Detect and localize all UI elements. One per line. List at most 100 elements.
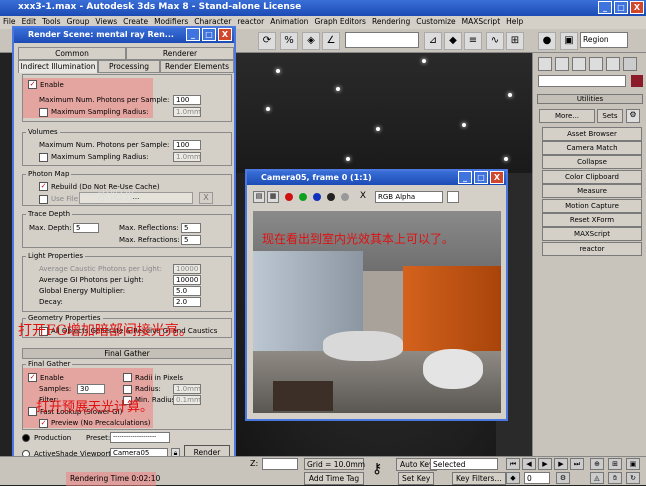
maxscript-button[interactable]: MAXScript — [542, 227, 642, 241]
max-refractions-spinner[interactable]: 5 — [181, 235, 201, 245]
render-type-dropdown[interactable]: Region — [580, 32, 628, 48]
menu-animation[interactable]: Animation — [270, 17, 308, 28]
zoom-icon[interactable]: ⊕ — [590, 458, 604, 470]
modify-tab-icon[interactable] — [555, 57, 569, 71]
align-icon[interactable]: ◆ — [444, 32, 462, 50]
key-icon[interactable]: ⚷ — [372, 461, 382, 477]
more-button[interactable]: More... — [539, 109, 595, 123]
radii-in-pixels-checkbox[interactable] — [123, 373, 132, 382]
key-mode-dropdown[interactable]: Selected — [430, 458, 498, 470]
alpha-channel-icon[interactable] — [327, 193, 335, 201]
color-clipboard-button[interactable]: Color Clipboard — [542, 170, 642, 184]
rebuild-checkbox[interactable]: ✓ — [39, 182, 48, 191]
decay-spinner[interactable]: 2.0 — [173, 297, 201, 307]
reactor-button[interactable]: reactor — [542, 242, 642, 256]
prev-frame-icon[interactable]: ◀ — [522, 458, 536, 470]
tab-render-elements[interactable]: Render Elements — [160, 60, 234, 73]
frame-maximize-button[interactable]: □ — [474, 171, 488, 184]
max-reflections-spinner[interactable]: 5 — [181, 223, 201, 233]
zoom-extents-icon[interactable]: ▣ — [626, 458, 640, 470]
rs-close-button[interactable]: X — [218, 28, 232, 41]
menu-graph-editors[interactable]: Graph Editors — [314, 17, 366, 28]
layer-manager-icon[interactable]: ≡ — [464, 32, 482, 50]
goto-start-icon[interactable]: ⏮ — [506, 458, 520, 470]
caustics-max-radius-spinner[interactable]: 1.0mm — [173, 107, 201, 117]
global-energy-spinner[interactable]: 5.0 — [173, 286, 201, 296]
caustics-max-photons-spinner[interactable]: 100 — [173, 95, 201, 105]
measure-button[interactable]: Measure — [542, 184, 642, 198]
display-tab-icon[interactable] — [606, 57, 620, 71]
key-filters-button[interactable]: Key Filters... — [452, 472, 506, 485]
snap-icon[interactable]: ◈ — [302, 32, 320, 50]
tab-processing[interactable]: Processing — [98, 60, 160, 73]
production-radio[interactable] — [22, 434, 30, 442]
radius-checkbox[interactable] — [123, 385, 132, 394]
clear-icon[interactable]: X — [357, 191, 369, 203]
asset-browser-button[interactable]: Asset Browser — [542, 127, 642, 141]
menu-reactor[interactable]: reactor — [237, 17, 264, 28]
curve-editor-icon[interactable]: ∿ — [486, 32, 504, 50]
select-scale-icon[interactable]: % — [280, 32, 298, 50]
utilities-rollout[interactable]: Utilities — [537, 94, 643, 104]
create-tab-icon[interactable] — [538, 57, 552, 71]
tab-common[interactable]: Common — [18, 47, 126, 60]
set-key-button[interactable]: Set Key — [398, 472, 435, 485]
next-frame-icon[interactable]: ▶ — [554, 458, 568, 470]
schematic-view-icon[interactable]: ⊞ — [506, 32, 524, 50]
angle-snap-icon[interactable]: ∠ — [322, 32, 340, 50]
object-color-swatch[interactable] — [631, 75, 643, 87]
zoom-all-icon[interactable]: ⊞ — [608, 458, 622, 470]
current-frame-field[interactable]: 0 — [524, 472, 550, 484]
final-gather-rollout[interactable]: Final Gather — [22, 348, 232, 359]
hierarchy-tab-icon[interactable] — [572, 57, 586, 71]
close-button[interactable]: X — [630, 1, 644, 14]
radius-spinner[interactable]: 1.0mm — [173, 384, 201, 394]
goto-end-icon[interactable]: ⏭ — [570, 458, 584, 470]
rs-maximize-button[interactable]: □ — [202, 28, 216, 41]
max-depth-spinner[interactable]: 5 — [73, 223, 99, 233]
volumes-max-radius-checkbox[interactable] — [39, 153, 48, 162]
monochrome-icon[interactable] — [341, 193, 349, 201]
play-icon[interactable]: ▶ — [538, 458, 552, 470]
menu-maxscript[interactable]: MAXScript — [462, 17, 501, 28]
samples-spinner[interactable]: 30 — [77, 384, 105, 394]
utilities-tab-icon[interactable] — [623, 57, 637, 71]
menu-customize[interactable]: Customize — [416, 17, 455, 28]
channel-dropdown[interactable]: RGB Alpha — [375, 191, 443, 203]
use-file-checkbox[interactable] — [39, 195, 48, 204]
caustics-max-radius-checkbox[interactable] — [39, 108, 48, 117]
sets-button[interactable]: Sets — [597, 109, 623, 123]
caustics-enable-checkbox[interactable]: ✓ — [28, 80, 37, 89]
motion-tab-icon[interactable] — [589, 57, 603, 71]
clone-icon[interactable]: ▦ — [267, 191, 279, 203]
named-selection-dropdown[interactable] — [345, 32, 419, 48]
blue-channel-icon[interactable] — [313, 193, 321, 201]
collapse-button[interactable]: Collapse — [542, 155, 642, 169]
save-icon[interactable]: ▤ — [253, 191, 265, 203]
minimize-button[interactable]: _ — [598, 1, 612, 14]
camera-match-button[interactable]: Camera Match — [542, 141, 642, 155]
rs-minimize-button[interactable]: _ — [186, 28, 200, 41]
volumes-max-radius-spinner[interactable]: 1.0mm — [173, 152, 201, 162]
frame-minimize-button[interactable]: _ — [458, 171, 472, 184]
mirror-icon[interactable]: ⊿ — [424, 32, 442, 50]
render-scene-icon[interactable]: ▣ — [560, 32, 578, 50]
tab-renderer[interactable]: Renderer — [126, 47, 234, 60]
frame-close-button[interactable]: X — [490, 171, 504, 184]
preview-checkbox[interactable]: ✓ — [39, 419, 48, 428]
avg-caustic-spinner[interactable]: 10000 — [173, 264, 201, 274]
pan-icon[interactable]: ✋︎ — [608, 472, 622, 484]
time-config-icon[interactable]: ⚙ — [556, 472, 570, 484]
motion-capture-button[interactable]: Motion Capture — [542, 199, 642, 213]
add-time-tag-button[interactable]: Add Time Tag — [304, 472, 364, 485]
reset-xform-button[interactable]: Reset XForm — [542, 213, 642, 227]
orbit-icon[interactable]: ↻ — [626, 472, 640, 484]
menu-help[interactable]: Help — [506, 17, 523, 28]
select-rotate-icon[interactable]: ⟳ — [258, 32, 276, 50]
avg-gi-spinner[interactable]: 10000 — [173, 275, 201, 285]
color-swatch[interactable] — [447, 191, 459, 203]
z-coordinate-field[interactable] — [262, 458, 298, 470]
menu-rendering[interactable]: Rendering — [372, 17, 410, 28]
min-radius-spinner[interactable]: 0.1mm — [173, 395, 201, 405]
clear-file-button[interactable]: X — [199, 192, 213, 204]
